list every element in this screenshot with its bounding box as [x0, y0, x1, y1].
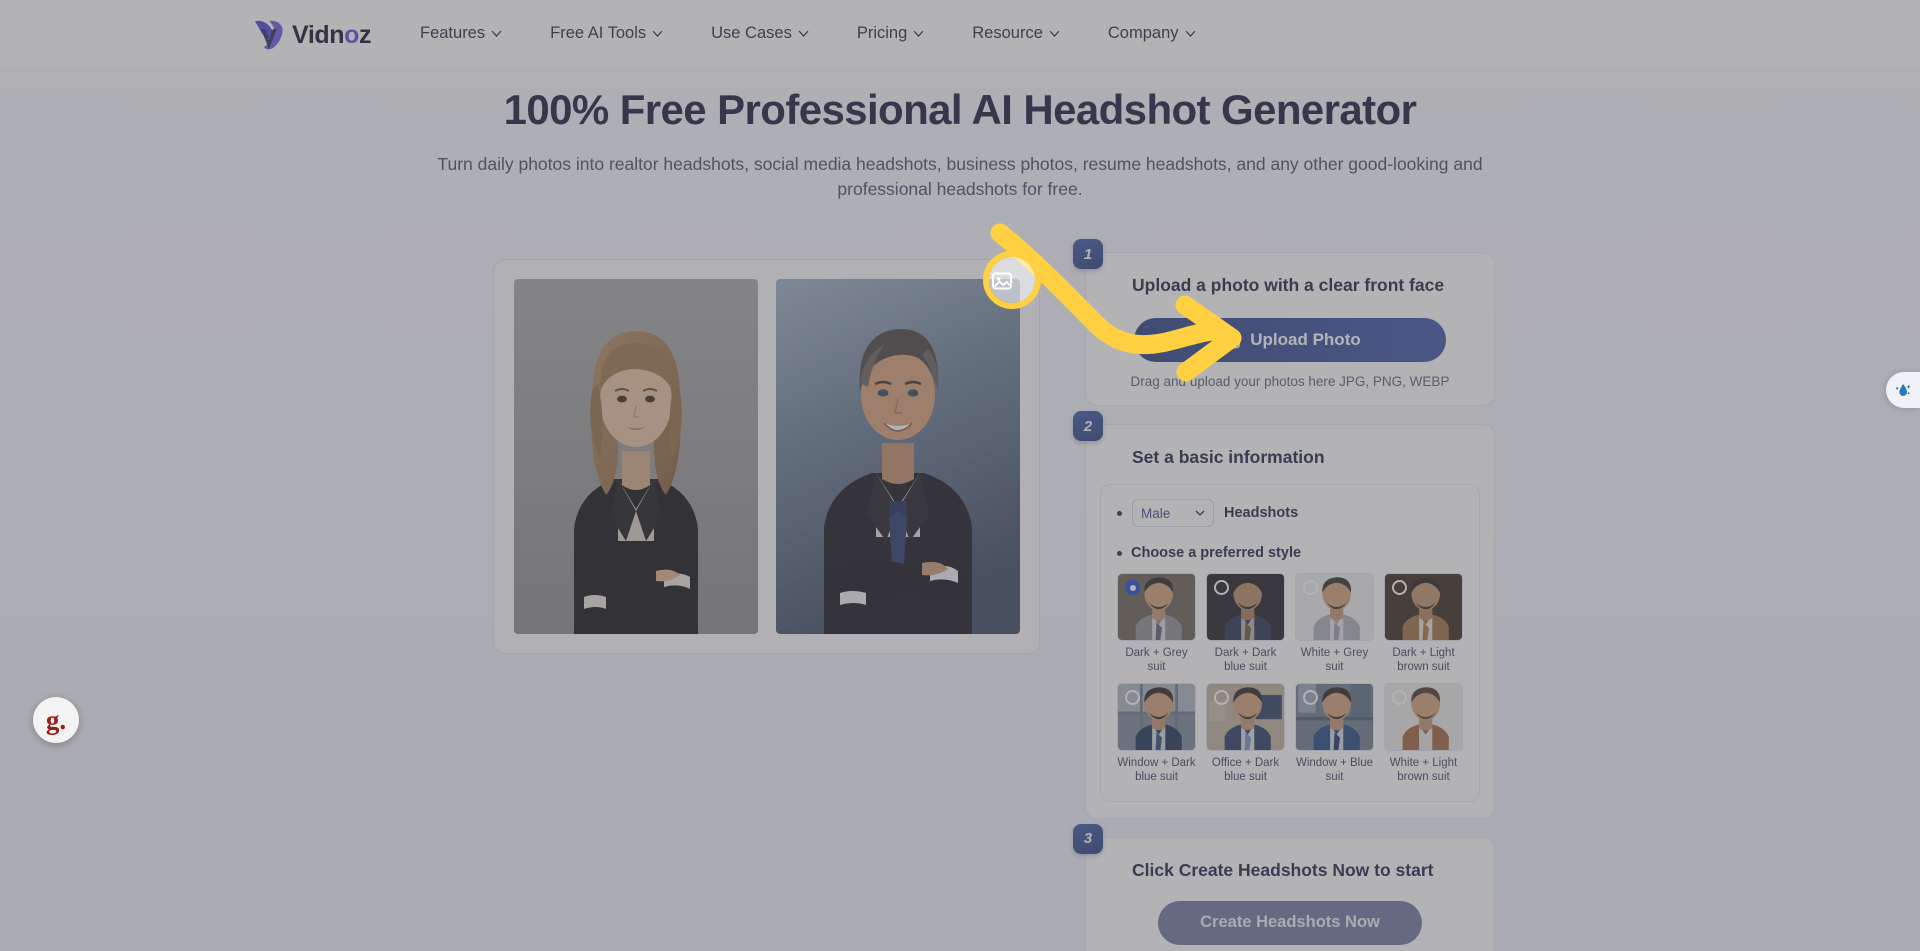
chevron-down-icon [1049, 30, 1060, 37]
style-option-window-dark-blue-suit[interactable]: Window + Dark blue suit [1117, 682, 1196, 785]
style-radio[interactable] [1392, 580, 1407, 595]
nav-item-features[interactable]: Features [396, 0, 526, 66]
style-thumbnail [1295, 682, 1374, 751]
water-drop-sparkle-icon [1896, 384, 1911, 396]
step-title-basic-info: Set a basic information [1132, 447, 1325, 467]
style-label: Window + Blue suit [1295, 756, 1374, 784]
style-option-window-blue-suit[interactable]: Window + Blue suit [1295, 682, 1374, 785]
hero-section: 100% Free Professional AI Headshot Gener… [0, 66, 1920, 951]
style-radio[interactable] [1303, 580, 1318, 595]
style-thumbnail [1206, 573, 1285, 641]
nav-item-resource[interactable]: Resource [948, 0, 1084, 66]
nav-label: Resource [972, 23, 1043, 42]
style-option-dark-light-brown-suit[interactable]: Dark + Light brown suit [1384, 573, 1463, 675]
vidnoz-logo[interactable]: Vidnoz [252, 19, 372, 51]
style-label: White + Grey suit [1300, 647, 1369, 674]
step-title-upload: Upload a photo with a clear front face [1132, 275, 1445, 295]
style-option-office-dark-blue-suit[interactable]: Office + Dark blue suit [1206, 682, 1285, 785]
step-badge-2: 2 [1073, 411, 1103, 441]
step-badge-1: 1 [1073, 239, 1103, 269]
style-prompt-row: Choose a preferred style [1117, 545, 1463, 561]
preview-card [493, 259, 1040, 654]
create-button-label: Create Headshots Now [1200, 913, 1380, 931]
create-headshots-button[interactable]: Create Headshots Now [1158, 900, 1422, 945]
logo-wordmark: Vidnoz [292, 20, 372, 49]
style-radio-selected[interactable] [1125, 580, 1140, 595]
style-radio[interactable] [1303, 689, 1318, 705]
gender-row: Male Headshots [1117, 499, 1463, 527]
step-card-basic-info: 2 Set a basic information Male Headshots… [1073, 411, 1495, 819]
vidnoz-v-logo-icon [255, 20, 283, 50]
bullet-icon [1117, 510, 1122, 516]
style-thumbnail [1117, 682, 1196, 751]
page-root: Vidnoz Features Free AI Tools Use Cases … [0, 0, 1920, 951]
nav-item-company[interactable]: Company [1084, 0, 1220, 66]
chevron-down-icon [798, 30, 809, 37]
nav-label: Features [420, 23, 486, 42]
drag-upload-hint: Drag and upload your photos here JPG, PN… [1130, 374, 1450, 389]
style-option-white-light-brown-suit[interactable]: White + Light brown suit [1384, 682, 1463, 785]
basic-info-box: Male Headshots Choose a preferred style [1100, 484, 1480, 802]
style-label: Window + Dark blue suit [1117, 756, 1196, 784]
style-label: Dark + Dark blue suit [1214, 647, 1277, 674]
style-option-white-grey-suit[interactable]: White + Grey suit [1295, 573, 1374, 675]
nav-label: Use Cases [711, 23, 792, 42]
site-header: Vidnoz Features Free AI Tools Use Cases … [0, 0, 1920, 66]
main-navigation: Features Free AI Tools Use Cases Pricing… [396, 0, 1220, 66]
image-upload-icon [1220, 331, 1241, 349]
gender-select[interactable]: Male [1132, 499, 1214, 527]
nav-label: Company [1107, 23, 1179, 42]
style-thumbnail [1384, 682, 1463, 751]
step-title-create: Click Create Headshots Now to start [1132, 859, 1434, 880]
steps-column: 1 Upload a photo with a clear front face… [1073, 239, 1495, 951]
style-label: White + Light brown suit [1389, 756, 1458, 784]
style-radio[interactable] [1392, 689, 1407, 705]
headshots-label: Headshots [1224, 505, 1299, 521]
style-option-dark-dark-blue-suit[interactable]: Dark + Dark blue suit [1206, 573, 1285, 675]
chevron-down-icon [652, 30, 663, 37]
preview-photo-woman [513, 279, 758, 634]
upload-photo-button[interactable]: Upload Photo [1134, 318, 1446, 362]
chevron-down-icon [1185, 30, 1195, 37]
preview-photo-man [775, 279, 1020, 634]
chevron-down-icon [913, 30, 924, 37]
style-radio[interactable] [1214, 689, 1229, 705]
nav-item-use-cases[interactable]: Use Cases [687, 0, 833, 66]
g-chat-widget[interactable]: g. [33, 697, 79, 743]
step-badge-3: 3 [1073, 823, 1103, 854]
g-widget-label: g. [45, 704, 67, 735]
upload-button-label: Upload Photo [1250, 330, 1361, 349]
style-label: Dark + Light brown suit [1392, 647, 1455, 674]
style-prompt-label: Choose a preferred style [1131, 545, 1302, 561]
style-thumbnail [1206, 682, 1285, 751]
style-radio[interactable] [1214, 580, 1229, 595]
page-title: 100% Free Professional AI Headshot Gener… [503, 86, 1417, 133]
nav-label: Pricing [856, 23, 908, 42]
step-card-create: 3 Click Create Headshots Now to start Cr… [1073, 823, 1495, 951]
style-thumbnail [1384, 573, 1463, 641]
nav-label: Free AI Tools [550, 23, 647, 42]
style-thumbnail [1295, 573, 1374, 641]
style-radio[interactable] [1125, 689, 1140, 705]
image-upload-icon [992, 272, 1012, 290]
step-card-upload: 1 Upload a photo with a clear front face… [1073, 239, 1495, 406]
side-drop-tab[interactable] [1886, 372, 1920, 408]
chevron-down-icon [491, 30, 502, 37]
style-label: Office + Dark blue suit [1211, 756, 1280, 784]
nav-item-pricing[interactable]: Pricing [833, 0, 948, 66]
bullet-icon [1117, 550, 1122, 556]
style-option-dark-grey-suit[interactable]: Dark + Grey suit [1117, 573, 1196, 675]
chevron-down-icon [1195, 510, 1205, 516]
gender-select-value: Male [1141, 505, 1171, 521]
style-thumbnail [1117, 573, 1196, 641]
style-label: Dark + Grey suit [1125, 647, 1188, 674]
style-grid: Dark + Grey suit Dark + Dark blue suit W… [1117, 573, 1463, 785]
nav-item-free-ai-tools[interactable]: Free AI Tools [526, 0, 687, 66]
page-subtitle: Turn daily photos into realtor headshots… [437, 154, 1483, 200]
